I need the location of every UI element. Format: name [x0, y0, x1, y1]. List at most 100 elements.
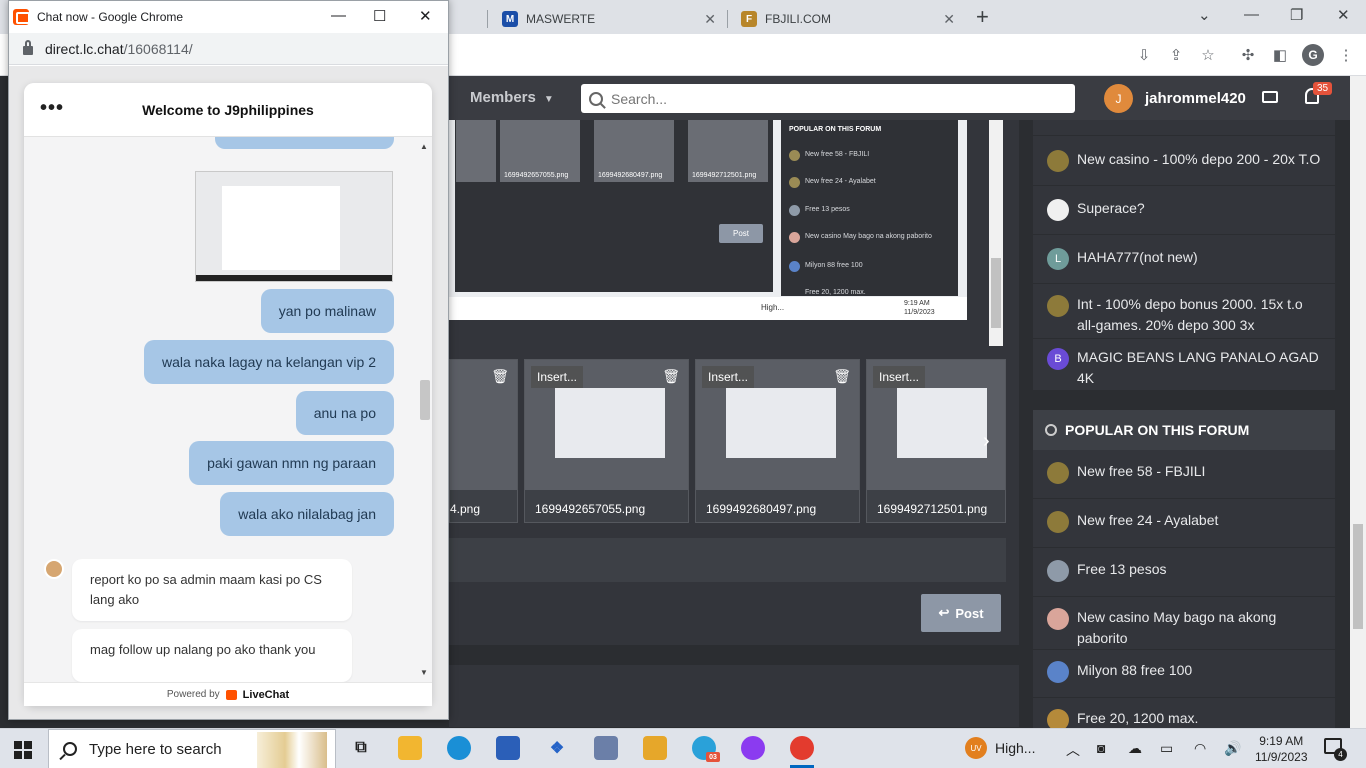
popular-thread[interactable]: New casino May bago na akong paborito — [1033, 597, 1335, 650]
chat-scrollbar[interactable]: ▲ ▼ — [418, 142, 430, 680]
close-tab-icon[interactable]: ✕ — [943, 11, 955, 28]
shared-screenshot[interactable] — [195, 171, 393, 282]
profile-avatar[interactable]: G — [1302, 44, 1324, 66]
close-window-icon[interactable]: ✕ — [419, 7, 432, 25]
chat-window-title: Chat now - Google Chrome — [37, 10, 184, 24]
insert-button[interactable]: Insert... — [531, 366, 584, 388]
store-icon[interactable] — [496, 736, 520, 760]
mail-icon[interactable] — [1262, 91, 1278, 103]
popular-thread[interactable]: Free 13 pesos — [1033, 548, 1335, 597]
dropbox-icon[interactable]: ❖ — [545, 736, 569, 760]
chat-address-bar[interactable]: direct.lc.chat/16068114/ — [9, 33, 448, 65]
attachment-card[interactable]: Insert... 🗑 1699492680497.png — [695, 359, 860, 523]
thread-title[interactable]: Superace? — [1077, 198, 1145, 219]
sidebar-thread[interactable]: Superace? — [1033, 186, 1335, 235]
app-icon[interactable] — [643, 736, 667, 760]
bookmark-star-icon[interactable]: ☆ — [1198, 45, 1218, 65]
editor-scrollbar[interactable] — [989, 120, 1003, 346]
embedded-avatar — [789, 232, 800, 243]
thread-title[interactable]: MAGIC BEANS LANG PANALO AGAD 4K — [1077, 347, 1321, 389]
scrollbar-thumb[interactable] — [991, 258, 1001, 328]
close-tab-icon[interactable]: ✕ — [704, 11, 716, 28]
sidebar-thread[interactable]: L HAHA777(not new) — [1033, 235, 1335, 284]
thread-title[interactable]: New free 24 - Ayalabet — [1077, 510, 1218, 531]
close-window-icon[interactable]: ✕ — [1337, 6, 1350, 24]
url-text[interactable]: direct.lc.chat/16068114/ — [45, 41, 193, 57]
thread-title[interactable]: Milyon 88 free 100 — [1077, 660, 1192, 681]
tray-app[interactable]: UV High... — [965, 737, 1035, 759]
maximize-icon[interactable]: ☐ — [373, 7, 386, 25]
search-input[interactable] — [611, 90, 1051, 107]
chrome-icon[interactable] — [790, 736, 814, 760]
members-nav[interactable]: Members ▼ — [470, 89, 554, 106]
thread-title[interactable]: New casino May bago na akong paborito — [1077, 607, 1321, 649]
attachment-card[interactable]: 🗑 4.png — [449, 359, 518, 523]
forum-search[interactable] — [581, 84, 1075, 113]
taskbar-search[interactable]: Type here to search — [48, 729, 336, 768]
thread-title[interactable]: Free 20, 1200 max. — [1077, 708, 1198, 728]
thread-title[interactable]: New free 58 - FBJILI — [1077, 461, 1205, 482]
tab-search-chevron-icon[interactable]: ⌄ — [1198, 6, 1211, 24]
embedded-item: New casino May bago na akong paborito — [805, 233, 932, 240]
meet-now-icon[interactable]: ◙ — [1097, 740, 1105, 756]
embedded-clock-date: 11/9/2023 — [904, 309, 935, 316]
onedrive-icon[interactable]: ☁ — [1128, 740, 1142, 757]
popular-thread[interactable]: New free 58 - FBJILI — [1033, 450, 1335, 499]
more-options-icon[interactable]: ••• — [40, 97, 64, 120]
edge-icon[interactable] — [447, 736, 471, 760]
thread-avatar — [1047, 150, 1069, 172]
embedded-filename: 1699492657055.png — [504, 172, 569, 179]
delete-attachment-icon[interactable]: 🗑 — [491, 368, 509, 385]
taskbar-clock[interactable]: 9:19 AM 11/9/2023 — [1255, 733, 1308, 765]
scroll-down-icon[interactable]: ▼ — [420, 668, 428, 677]
windows-start-icon[interactable] — [14, 741, 32, 759]
post-button[interactable]: ↩ Post — [921, 594, 1001, 632]
sidebar-thread[interactable]: Int - 100% depo bonus 2000. 15x t.o all-… — [1033, 284, 1335, 339]
volume-icon[interactable]: 🔊 — [1224, 740, 1241, 757]
minimize-icon[interactable]: — — [331, 7, 346, 24]
attachment-card[interactable]: Insert... 🗑 1699492657055.png — [524, 359, 689, 523]
delete-attachment-icon[interactable]: 🗑 — [833, 368, 851, 385]
user-avatar[interactable]: J — [1104, 84, 1133, 113]
extensions-puzzle-icon[interactable]: ✣ — [1238, 45, 1258, 65]
powered-by-text: Powered by — [166, 689, 220, 700]
username-link[interactable]: jahrommel420 — [1145, 90, 1246, 107]
thread-title[interactable]: Int - 100% depo bonus 2000. 15x t.o all-… — [1077, 294, 1321, 336]
insert-button[interactable]: Insert... — [702, 366, 755, 388]
carousel-next-icon[interactable]: › — [983, 430, 990, 453]
sidebar-thread[interactable]: New casino - 100% depo 200 - 20x T.O — [1033, 137, 1335, 186]
task-view-icon[interactable]: ⧉ — [349, 736, 373, 760]
livechat-brand[interactable]: LiveChat — [243, 689, 289, 701]
thread-title[interactable]: New casino - 100% depo 200 - 20x T.O — [1077, 149, 1320, 170]
popular-thread[interactable]: Free 20, 1200 max. — [1033, 698, 1335, 728]
remote-desktop-icon[interactable] — [594, 736, 618, 760]
chrome-menu-icon[interactable]: ⋮ — [1336, 45, 1356, 65]
side-panel-icon[interactable]: ◧ — [1270, 45, 1290, 65]
minimize-icon[interactable]: — — [1244, 6, 1259, 23]
livechat-logo-icon — [225, 689, 237, 700]
scroll-up-icon[interactable]: ▲ — [420, 142, 428, 151]
tab-maswerte[interactable]: M MASWERTE ✕ — [490, 4, 726, 34]
install-app-icon[interactable]: ⇩ — [1134, 45, 1154, 65]
restore-icon[interactable]: ❐ — [1290, 6, 1303, 24]
file-explorer-icon[interactable] — [398, 736, 422, 760]
wifi-icon[interactable]: ◠ — [1194, 740, 1206, 757]
messenger-icon[interactable] — [741, 736, 765, 760]
popular-thread[interactable]: Milyon 88 free 100 — [1033, 650, 1335, 698]
popular-thread[interactable]: New free 24 - Ayalabet — [1033, 499, 1335, 548]
thread-title[interactable]: HAHA777(not new) — [1077, 247, 1198, 268]
lock-icon — [23, 40, 33, 55]
new-tab-button[interactable]: + — [976, 4, 989, 30]
scrollbar-thumb[interactable] — [420, 380, 430, 420]
insert-button[interactable]: Insert... — [873, 366, 926, 388]
embedded-item: New free 58 - FBJILI — [805, 151, 870, 158]
sidebar-thread[interactable]: B MAGIC BEANS LANG PANALO AGAD 4K — [1033, 339, 1335, 390]
page-scrollbar[interactable] — [1350, 76, 1366, 728]
battery-icon[interactable]: ▭ — [1160, 740, 1173, 757]
thread-title[interactable]: Free 13 pesos — [1077, 559, 1167, 580]
tab-fbjili[interactable]: F FBJILI.COM ✕ — [729, 4, 965, 34]
scrollbar-thumb[interactable] — [1353, 524, 1363, 629]
share-icon[interactable]: ⇪ — [1166, 45, 1186, 65]
delete-attachment-icon[interactable]: 🗑 — [662, 368, 680, 385]
chevron-up-icon[interactable]: ︿ — [1066, 740, 1080, 760]
